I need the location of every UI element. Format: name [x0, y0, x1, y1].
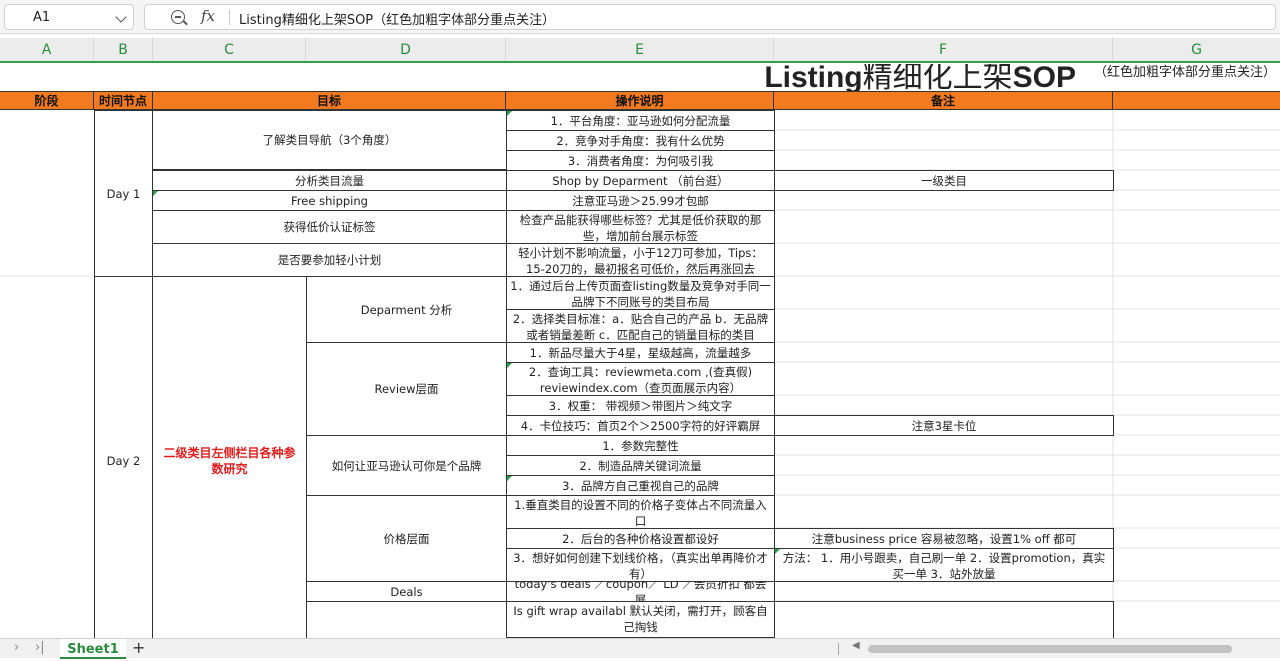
header-stage[interactable]: 阶段 [0, 91, 94, 110]
divider [229, 10, 230, 25]
zoom-out-icon[interactable] [171, 10, 185, 24]
sub-gift-wrap[interactable] [306, 601, 507, 641]
op-dept-analysis-1[interactable]: 1．通过后台上传页面查listing数量及竞争对手同一品牌下不同账号的类目布局 [506, 276, 775, 310]
horizontal-scrollbar[interactable] [868, 645, 1232, 653]
header-notes[interactable]: 备注 [774, 91, 1113, 110]
op-gift-wrap[interactable]: Is gift wrap availabl 默认关闭，需打开，顾客自己掏钱 [506, 601, 775, 638]
name-box[interactable]: A1 [4, 4, 134, 30]
goal-low-price-label[interactable]: 获得低价认证标签 [152, 210, 507, 244]
last-sheet-icon[interactable]: ›| [35, 640, 45, 655]
column-header-a[interactable]: A [0, 38, 94, 61]
column-header-f[interactable]: F [774, 38, 1113, 61]
comment-indicator[interactable] [507, 111, 512, 116]
formula-bar: A1 fx Listing精细化上架SOP（红色加粗字体部分重点关注） [0, 0, 1280, 34]
chevron-right-icon[interactable]: › [14, 640, 19, 655]
title-part-main: 精细化上架 [862, 64, 1013, 91]
add-sheet-button[interactable]: + [132, 638, 145, 657]
op-review-1[interactable]: 1．新品尽量大于4星，星级越高，流量越多 [506, 342, 775, 363]
sub-dept-analysis[interactable]: Deparment 分析 [306, 276, 507, 343]
title-part-listing: Listing [764, 64, 863, 91]
tab-sheet1[interactable]: Sheet1 [60, 639, 126, 659]
sub-price-level[interactable]: 价格层面 [306, 495, 507, 582]
op-brand-2[interactable]: 2．制造品牌关键词流量 [506, 455, 775, 476]
op-category-nav-3[interactable]: 3．消费者角度：为何吸引我 [506, 150, 775, 171]
note-review-4[interactable]: 注意3星卡位 [774, 415, 1114, 436]
sheet-tab-bar: › ›| Sheet1 + ◀ [0, 638, 1280, 659]
op-price-2[interactable]: 2．后台的各种价格设置都设好 [506, 528, 775, 549]
op-review-2[interactable]: 2．查询工具：reviewmeta.com ,(查真假) reviewindex… [506, 362, 775, 396]
sub-brand-recognition[interactable]: 如何让亚马逊认可你是个品牌 [306, 435, 507, 496]
op-price-1[interactable]: 1.垂直类目的设置不同的价格子变体占不同流量入口 [506, 495, 775, 529]
note-price-3[interactable]: 方法： 1．用小号跟卖，自己刷一单 2．设置promotion，真实买一单 3．… [774, 548, 1114, 582]
op-price-3[interactable]: 3．想好如何创建下划线价格，（真实出单再降价才有） [506, 548, 775, 582]
header-instructions[interactable]: 操作说明 [506, 91, 774, 110]
time-day1[interactable]: Day 1 [94, 110, 153, 277]
header-goal[interactable]: 目标 [153, 91, 506, 110]
goal-analyze-traffic[interactable]: 分析类目流量 [152, 170, 507, 191]
column-header-e[interactable]: E [506, 38, 774, 61]
header-empty[interactable] [1113, 91, 1280, 110]
goal-category-nav[interactable]: 了解类目导航（3个角度） [152, 110, 507, 170]
function-icon[interactable]: fx [201, 7, 215, 25]
sub-review-level[interactable]: Review层面 [306, 342, 507, 436]
scroll-left-icon[interactable]: ◀ [852, 640, 860, 651]
column-header-b[interactable]: B [94, 38, 153, 61]
formula-content[interactable]: Listing精细化上架SOP（红色加粗字体部分重点关注） [239, 9, 555, 28]
sheet-title: Listing精细化上架SOP [764, 64, 1076, 91]
divider [838, 643, 839, 655]
note-price-2[interactable]: 注意business price 容易被忽略，设置1% off 都可 [774, 528, 1114, 549]
cell-reference: A1 [33, 10, 51, 25]
comment-indicator[interactable] [775, 549, 780, 554]
note-level1-category[interactable]: 一级类目 [774, 170, 1114, 191]
op-review-4[interactable]: 4．卡位技巧：首页2个＞2500字符的好评霸屏 [506, 415, 775, 436]
chevron-down-icon[interactable] [115, 11, 127, 23]
header-time[interactable]: 时间节点 [94, 91, 153, 110]
comment-indicator[interactable] [507, 476, 512, 481]
column-header-bar: A B C D E F G [0, 38, 1280, 63]
op-category-nav-1[interactable]: 1．平台角度：亚马逊如何分配流量 [506, 110, 775, 131]
column-header-g[interactable]: G [1113, 38, 1280, 61]
goal-free-shipping[interactable]: Free shipping [152, 190, 507, 211]
op-deals[interactable]: today's deals ／coupon／ LD ／会员折扣 都会展 [506, 581, 775, 602]
sub-deals[interactable]: Deals [306, 581, 507, 602]
formula-input[interactable]: fx Listing精细化上架SOP（红色加粗字体部分重点关注） [144, 4, 1276, 30]
column-header-c[interactable]: C [153, 38, 306, 61]
op-low-price-label[interactable]: 检查产品能获得哪些标签？尤其是低价获取的那些，增加前台展示标签 [506, 210, 775, 244]
sheet-subtitle: （红色加粗字体部分重点关注） [1093, 65, 1276, 80]
op-brand-1[interactable]: 1．参数完整性 [506, 435, 775, 456]
op-free-shipping[interactable]: 注意亚马逊＞25.99才包邮 [506, 190, 775, 211]
op-category-nav-2[interactable]: 2．竞争对手角度：我有什么优势 [506, 130, 775, 151]
title-part-sop: SOP [1012, 64, 1076, 91]
op-review-3[interactable]: 3．权重： 带视频＞带图片＞纯文字 [506, 395, 775, 416]
spreadsheet-grid: Day 1 了解类目导航（3个角度） 1．平台角度：亚马逊如何分配流量 2．竞争… [0, 110, 1280, 646]
column-header-d[interactable]: D [306, 38, 506, 61]
comment-indicator[interactable] [507, 363, 512, 368]
note-gift-wrap[interactable] [774, 601, 1114, 638]
title-row[interactable]: Listing精细化上架SOP （红色加粗字体部分重点关注） [0, 64, 1280, 91]
op-shop-by-dept[interactable]: Shop by Deparment （前台逛） [506, 170, 775, 191]
op-brand-3[interactable]: 3．品牌方自己重视自己的品牌 [506, 475, 775, 496]
goal-light-plan[interactable]: 是否要参加轻小计划 [152, 243, 507, 277]
op-dept-analysis-2[interactable]: 2．选择类目标准：a．贴合自己的产品 b．无品牌或者销量差断 c．匹配自己的销量… [506, 309, 775, 343]
op-light-plan[interactable]: 轻小计划不影响流量，小于12刀可参加，Tips：15-20刀的，最初报名可低价，… [506, 243, 775, 277]
goal-level2-research[interactable]: 二级类目左侧栏目各种参数研究 [152, 276, 307, 646]
comment-indicator[interactable] [153, 191, 158, 196]
time-day2[interactable]: Day 2 [94, 276, 153, 646]
